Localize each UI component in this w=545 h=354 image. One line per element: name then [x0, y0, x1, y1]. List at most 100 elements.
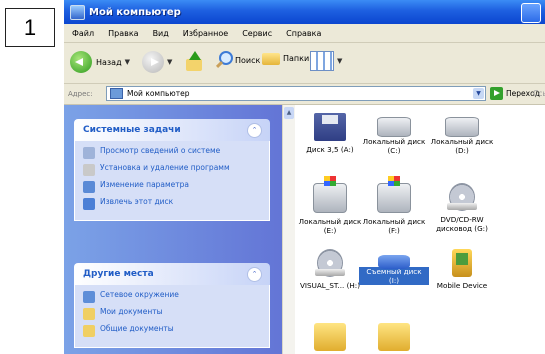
chevron-down-icon[interactable]: ▼ [337, 57, 342, 65]
chevron-down-icon[interactable]: ▼ [473, 88, 484, 99]
menu-tools[interactable]: Сервис [242, 29, 272, 38]
task-label: Просмотр сведений о системе [100, 146, 221, 155]
task-change-setting[interactable]: Изменение параметра [83, 180, 263, 193]
other-places-header[interactable]: Другие места ⌃ [74, 263, 270, 285]
drive-a[interactable]: Диск 3,5 (A:) [295, 113, 365, 154]
search-button[interactable]: Поиск [214, 51, 260, 69]
system-tasks-title: Системные задачи [83, 125, 181, 135]
drive-label: Локальный диск (C:) [362, 137, 426, 155]
drive-label: VISUAL_ST... (H:) [299, 281, 361, 290]
forward-arrow-icon [142, 51, 164, 73]
place-network[interactable]: Сетевое окружение [83, 290, 263, 303]
mobile-device[interactable]: Mobile Device [427, 249, 497, 290]
other-places-title: Другие места [83, 269, 154, 279]
drive-label: Локальный диск (D:) [430, 137, 494, 155]
collapse-icon[interactable]: ⌃ [247, 123, 262, 138]
drive-label-selected: Съемный диск (I:) [359, 267, 429, 285]
place-label: Сетевое окружение [100, 290, 179, 299]
scroll-up-icon[interactable]: ▲ [284, 107, 294, 119]
views-icon [310, 51, 334, 71]
eject-icon [83, 198, 95, 210]
network-icon [83, 291, 95, 303]
computer-icon [70, 4, 85, 20]
hard-drive-icon [445, 117, 479, 137]
address-field[interactable]: Мой компьютер ▼ [106, 86, 486, 101]
forward-button[interactable]: ▼ [142, 51, 172, 73]
task-view-system-info[interactable]: Просмотр сведений о системе [83, 146, 263, 159]
title-bar[interactable]: Мой компьютер [64, 0, 545, 24]
drive-label: Локальный диск (E:) [298, 217, 362, 235]
folder-item[interactable] [295, 323, 365, 354]
back-label: Назад [96, 57, 122, 67]
menu-view[interactable]: Вид [153, 29, 169, 38]
task-label: Изменение параметра [100, 180, 190, 189]
mobile-device-icon [452, 249, 472, 277]
drive-e[interactable]: Локальный диск (E:) [295, 176, 365, 235]
folder-icon [314, 323, 346, 351]
floppy-drive-icon [314, 113, 346, 141]
control-panel-icon [83, 181, 95, 193]
links-label[interactable]: Ссы [533, 89, 545, 98]
folders-button[interactable]: Папки [262, 51, 309, 65]
address-bar: Адрес: Мой компьютер ▼ Переход Ссы [64, 84, 545, 105]
chevron-down-icon[interactable]: ▼ [125, 58, 130, 66]
drive-f[interactable]: Локальный диск (F:) [359, 176, 429, 235]
scrollbar[interactable]: ▲ [282, 105, 295, 354]
folder-icon [83, 308, 95, 320]
hard-drive-icon [377, 117, 411, 137]
step-number: 1 [23, 14, 37, 40]
drives-view: Диск 3,5 (A:) Локальный диск (C:) Локаль… [295, 105, 545, 354]
drive-label: Локальный диск (F:) [362, 217, 426, 235]
drive-i[interactable]: Съемный диск (I:) [359, 249, 429, 287]
menu-help[interactable]: Справка [286, 29, 321, 38]
system-tasks-list: Просмотр сведений о системе Установка и … [74, 141, 270, 221]
window-title: Мой компьютер [89, 6, 181, 18]
views-button[interactable]: ▼ [310, 51, 342, 71]
back-button[interactable]: Назад ▼ [70, 51, 130, 73]
drive-c[interactable]: Локальный диск (C:) [359, 113, 429, 155]
other-places-panel: Другие места ⌃ Сетевое окружение Мои док… [74, 263, 270, 348]
other-places-list: Сетевое окружение Мои документы Общие до… [74, 285, 270, 348]
hard-drive-windows-icon [377, 176, 411, 213]
hard-drive-windows-icon [313, 176, 347, 213]
task-label: Извлечь этот диск [100, 197, 174, 206]
folder-item[interactable] [359, 323, 429, 354]
system-tasks-header[interactable]: Системные задачи ⌃ [74, 119, 270, 141]
task-label: Установка и удаление программ [100, 163, 230, 172]
system-tasks-panel: Системные задачи ⌃ Просмотр сведений о с… [74, 119, 270, 221]
drive-label: DVD/CD-RW дисковод (G:) [436, 215, 488, 233]
menu-file[interactable]: Файл [72, 29, 94, 38]
folders-icon [262, 51, 280, 65]
address-label: Адрес: [68, 90, 93, 98]
folder-icon [378, 323, 410, 351]
collapse-icon[interactable]: ⌃ [247, 267, 262, 282]
back-arrow-icon [70, 51, 92, 73]
computer-icon [110, 88, 123, 99]
chevron-down-icon[interactable]: ▼ [167, 58, 172, 66]
drive-d[interactable]: Локальный диск (D:) [427, 113, 497, 155]
programs-icon [83, 164, 95, 176]
removable-disk-icon [378, 255, 410, 269]
menu-bar: Файл Правка Вид Избранное Сервис Справка [64, 24, 545, 43]
menu-favorites[interactable]: Избранное [183, 29, 228, 38]
cd-drive-icon [447, 183, 477, 211]
info-icon [83, 147, 95, 159]
place-shared-documents[interactable]: Общие документы [83, 324, 263, 337]
place-my-documents[interactable]: Мои документы [83, 307, 263, 320]
place-label: Общие документы [100, 324, 174, 333]
up-folder-icon [184, 51, 204, 73]
drive-g[interactable]: DVD/CD-RW дисковод (G:) [427, 183, 497, 233]
toolbar: Назад ▼ ▼ Поиск Папки ▼ [64, 43, 545, 84]
folders-label: Папки [283, 53, 310, 63]
task-eject-disk[interactable]: Извлечь этот диск [83, 197, 263, 210]
menu-edit[interactable]: Правка [108, 29, 138, 38]
explorer-window: Мой компьютер Файл Правка Вид Избранное … [64, 0, 545, 354]
up-folder-button[interactable] [184, 51, 204, 73]
task-add-remove-programs[interactable]: Установка и удаление программ [83, 163, 263, 176]
search-label: Поиск [235, 55, 261, 65]
address-value: Мой компьютер [127, 89, 190, 98]
place-label: Мои документы [100, 307, 163, 316]
minimize-button[interactable] [521, 3, 541, 23]
drive-h[interactable]: VISUAL_ST... (H:) [295, 249, 365, 290]
task-pane: Системные задачи ⌃ Просмотр сведений о с… [64, 105, 282, 354]
